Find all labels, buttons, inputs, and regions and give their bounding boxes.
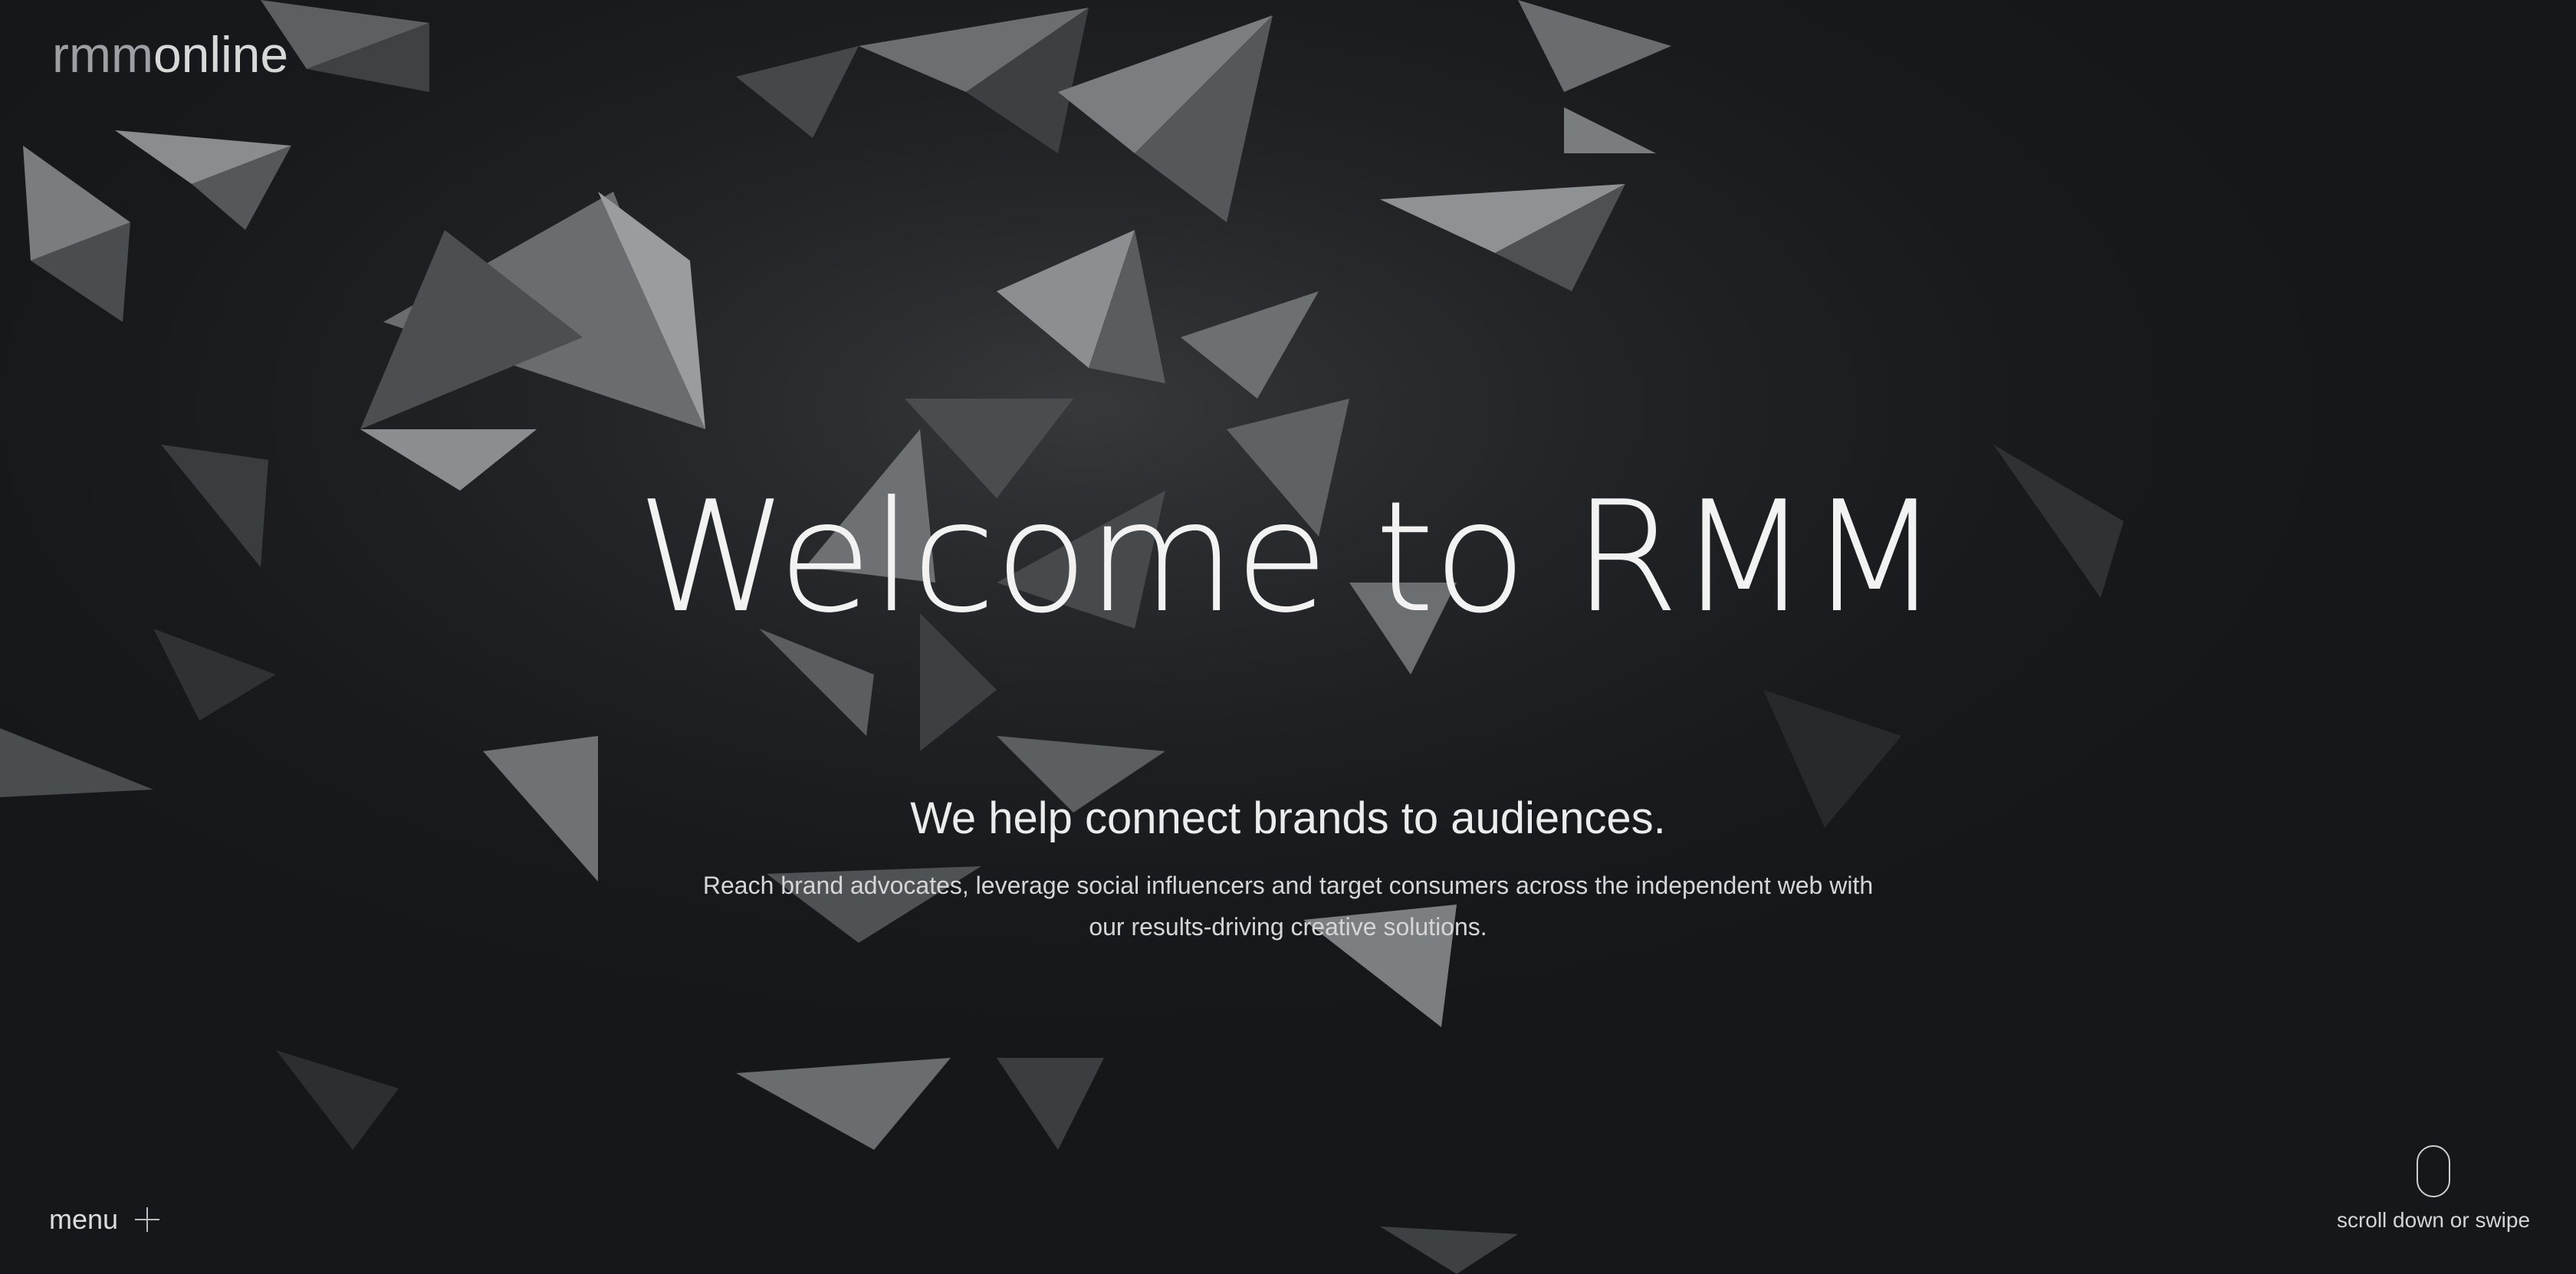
site-logo[interactable]: rmmonline — [52, 29, 288, 80]
page: rmmonline Welcome to RMM We help connect… — [0, 0, 2576, 1274]
menu-label: menu — [49, 1203, 119, 1235]
mouse-icon — [2417, 1145, 2450, 1197]
logo-text-part2: online — [153, 26, 289, 83]
scroll-hint[interactable]: scroll down or swipe — [2326, 1145, 2541, 1233]
hero-tagline: We help connect brands to audiences. — [910, 793, 1666, 843]
hero-description: Reach brand advocates, leverage social i… — [702, 872, 1874, 941]
plus-icon — [135, 1207, 160, 1232]
menu-button[interactable]: menu — [49, 1203, 160, 1236]
hero-title: Welcome to RMM — [636, 468, 1941, 647]
logo-text-part1: rmm — [52, 26, 153, 83]
scroll-hint-label: scroll down or swipe — [2336, 1208, 2531, 1232]
